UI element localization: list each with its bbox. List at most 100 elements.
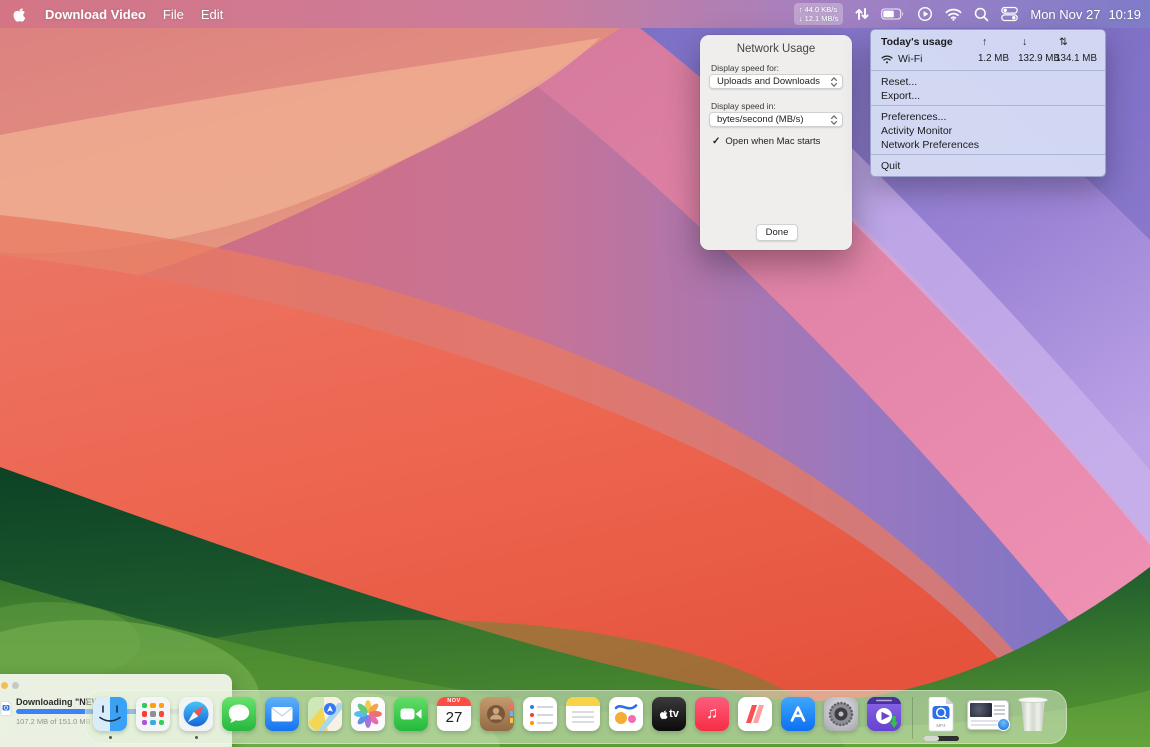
dock-appstore-icon[interactable]	[781, 697, 815, 731]
calendar-month: NOV	[437, 697, 471, 706]
open-when-mac-starts-checkbox[interactable]: ✓ Open when Mac starts	[712, 136, 820, 147]
menu-divider	[871, 154, 1105, 155]
wifi-icon	[881, 55, 893, 64]
display-speed-for-value: Uploads and Downloads	[710, 76, 830, 87]
total-column-icon: ⇅	[1059, 34, 1068, 50]
apple-menu[interactable]	[12, 6, 26, 23]
trash-rim	[1018, 697, 1048, 703]
running-indicator	[109, 736, 112, 739]
menu-edit[interactable]: Edit	[201, 7, 223, 22]
desktop: Downloading "NEW T 107.2 MB of 151.0 MB …	[0, 0, 1150, 747]
mp4-file-label: MP4	[924, 723, 958, 728]
safari-badge-icon	[997, 718, 1010, 731]
music-note-icon: ♫	[706, 705, 718, 723]
menu-item-export[interactable]: Export...	[871, 89, 1105, 103]
wifi-total-value: 134.1 MB	[1055, 50, 1097, 68]
menu-item-preferences[interactable]: Preferences...	[871, 110, 1105, 124]
display-speed-for-select[interactable]: Uploads and Downloads	[709, 74, 843, 89]
dock-news-icon[interactable]	[738, 697, 772, 731]
dock-mp4-file-icon[interactable]: MP4	[924, 697, 958, 731]
dock-facetime-icon[interactable]	[394, 697, 428, 731]
search-icon[interactable]	[974, 7, 989, 22]
minimize-button[interactable]	[1, 682, 8, 689]
wifi-label: Wi-Fi	[898, 50, 923, 68]
display-speed-for-label: Display speed for:	[711, 63, 779, 73]
dock-freeform-icon[interactable]	[609, 697, 643, 731]
file-doc-icon	[0, 701, 12, 716]
dock-notes-icon[interactable]	[566, 697, 600, 731]
dock-music-icon[interactable]: ♫	[695, 697, 729, 731]
calendar-day: 27	[437, 706, 471, 730]
dock-divider	[912, 697, 913, 739]
running-indicator	[195, 736, 198, 739]
clock-time: 10:19	[1108, 7, 1141, 22]
dock-calendar-icon[interactable]: NOV 27	[437, 697, 471, 731]
dock-launchpad-icon[interactable]	[136, 697, 170, 731]
todays-usage-label: Today's usage	[881, 36, 953, 48]
apple-logo-icon	[659, 709, 668, 720]
stepper-icon	[830, 76, 838, 88]
menu-item-quit[interactable]: Quit	[871, 159, 1105, 173]
dock-mail-icon[interactable]	[265, 697, 299, 731]
menu-bar-clock[interactable]: Mon Nov 27 10:19	[1030, 7, 1141, 22]
display-speed-in-select[interactable]: bytes/second (MB/s)	[709, 112, 843, 127]
dock-messages-icon[interactable]	[222, 697, 256, 731]
mp4-progress-bar	[923, 736, 959, 741]
checkbox-label: Open when Mac starts	[725, 136, 820, 147]
menu-bar: Download Video File Edit ↑ 44.0 KB/s ↓ 1…	[0, 0, 1150, 28]
menu-file[interactable]: File	[163, 7, 184, 22]
wifi-icon[interactable]	[945, 8, 962, 21]
dock-maps-icon[interactable]	[308, 697, 342, 731]
reminder-row	[530, 705, 553, 709]
menu-item-reset[interactable]: Reset...	[871, 75, 1105, 89]
battery-icon[interactable]	[881, 8, 905, 20]
wifi-usage-row: Wi-Fi 1.2 MB 132.9 MB 134.1 MB	[871, 50, 1105, 68]
stepper-icon	[830, 114, 838, 126]
download-size-text: 107.2 MB of 151.0 MB	[16, 717, 91, 726]
done-button[interactable]: Done	[756, 224, 798, 241]
menu-app-name[interactable]: Download Video	[45, 7, 146, 22]
dock-appletv-icon[interactable]: tv	[652, 697, 686, 731]
download-speed: ↓ 12.1 MB/s	[799, 14, 839, 23]
network-usage-dialog: Network Usage Display speed for: Uploads…	[700, 35, 852, 250]
reminder-row	[530, 713, 553, 717]
upload-speed: ↑ 44.0 KB/s	[799, 5, 839, 14]
checkmark-icon: ✓	[712, 136, 720, 147]
play-circle-icon[interactable]	[917, 6, 933, 22]
dock-contacts-icon[interactable]	[480, 697, 514, 731]
dock-finder-icon[interactable]	[93, 697, 127, 731]
reminder-row	[530, 721, 553, 725]
menu-item-activity-monitor[interactable]: Activity Monitor	[871, 124, 1105, 138]
download-column-icon: ↓	[1022, 34, 1027, 50]
network-status-menu: Today's usage ↑ ↓ ⇅ Wi-Fi 1.2 MB 132.9 M…	[870, 29, 1106, 177]
wifi-upload-value: 1.2 MB	[978, 50, 1009, 68]
status-menu-header: Today's usage ↑ ↓ ⇅	[871, 34, 1105, 50]
dock-photos-icon[interactable]	[351, 697, 385, 731]
wifi-download-value: 132.9 MB	[1018, 50, 1060, 68]
dock-reminders-icon[interactable]	[523, 697, 557, 731]
network-speed-indicator[interactable]: ↑ 44.0 KB/s ↓ 12.1 MB/s	[794, 3, 844, 25]
dock-minimized-window[interactable]	[967, 700, 1009, 730]
control-center-icon[interactable]	[1001, 6, 1018, 22]
menu-divider	[871, 105, 1105, 106]
dock-settings-icon[interactable]	[824, 697, 858, 731]
updown-arrows-icon[interactable]	[855, 7, 869, 21]
dock: NOV 27	[85, 690, 1067, 744]
video-thumbnail	[970, 703, 992, 717]
notes-band	[566, 697, 600, 706]
zoom-button[interactable]	[12, 682, 19, 689]
tv-label: tv	[669, 708, 679, 720]
launchpad-grid	[142, 703, 164, 725]
dialog-title: Network Usage	[700, 43, 852, 55]
dock-trash-icon[interactable]	[1018, 697, 1048, 731]
display-speed-in-value: bytes/second (MB/s)	[710, 114, 830, 125]
trash-body	[1019, 700, 1047, 731]
upload-column-icon: ↑	[982, 34, 987, 50]
apple-logo-icon	[12, 6, 26, 23]
clock-date: Mon Nov 27	[1030, 7, 1100, 22]
menu-divider	[871, 70, 1105, 71]
dock-download-video-icon[interactable]	[867, 697, 901, 731]
display-speed-in-label: Display speed in:	[711, 101, 776, 111]
dock-safari-icon[interactable]	[179, 697, 213, 731]
menu-item-network-preferences[interactable]: Network Preferences	[871, 138, 1105, 152]
